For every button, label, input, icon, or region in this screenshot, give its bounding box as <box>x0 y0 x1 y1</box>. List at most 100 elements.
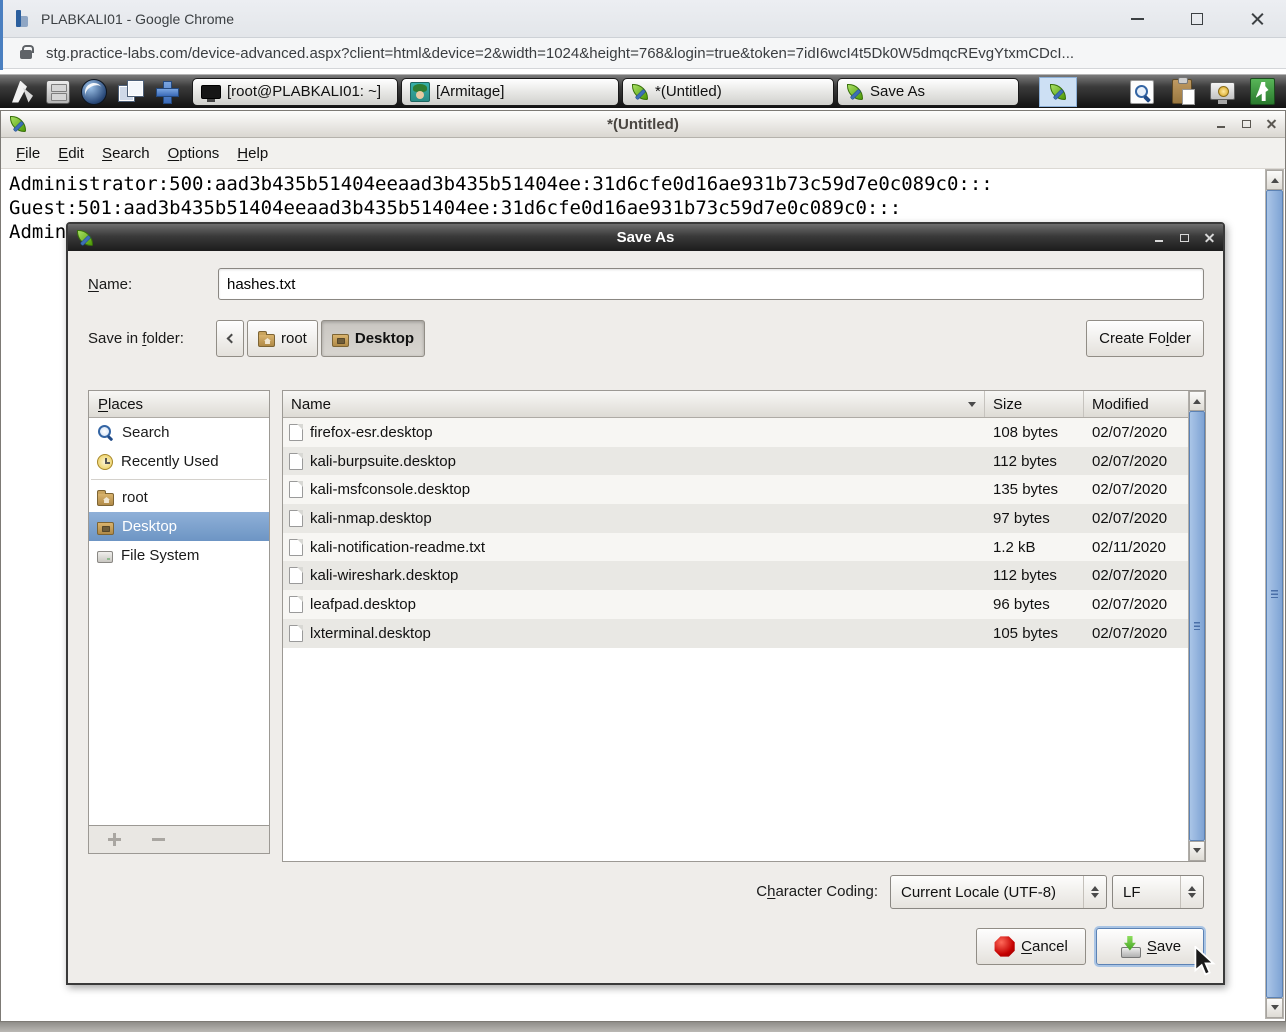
address-bar[interactable]: stg.practice-labs.com/device-advanced.as… <box>0 38 1286 69</box>
close-icon <box>1205 233 1214 242</box>
taskbar-window-button[interactable]: [root@PLABKALI01: ~] <box>192 78 398 106</box>
file-row[interactable]: kali-wireshark.desktop 112 bytes 02/07/2… <box>283 561 1188 590</box>
cancel-stop-icon <box>994 936 1015 957</box>
leafpad-close-button[interactable] <box>1265 118 1277 130</box>
tray-icon[interactable] <box>1163 77 1201 107</box>
folder-icon <box>332 334 349 347</box>
path-back-button[interactable] <box>216 320 244 357</box>
path-button-desktop[interactable]: Desktop <box>321 320 425 357</box>
sidebar-item-recently-used[interactable]: Recently Used <box>89 447 269 476</box>
browser-close-button[interactable] <box>1250 12 1264 26</box>
file-row[interactable]: kali-msfconsole.desktop 135 bytes 02/07/… <box>283 475 1188 504</box>
remove-place-button[interactable] <box>143 829 173 851</box>
save-label: Save <box>1147 938 1181 955</box>
scrollbar-thumb[interactable] <box>1189 411 1205 841</box>
dialog-close-button[interactable] <box>1203 232 1215 244</box>
sidebar-item-search[interactable]: Search <box>89 418 269 447</box>
file-row[interactable]: kali-nmap.desktop 97 bytes 02/07/2020 <box>283 504 1188 533</box>
file-row[interactable]: kali-notification-readme.txt 1.2 kB 02/1… <box>283 533 1188 562</box>
minimize-icon <box>1217 126 1225 128</box>
browser-maximize-button[interactable] <box>1190 12 1204 26</box>
menu-help[interactable]: Help <box>228 141 277 166</box>
thumb-grip <box>1271 590 1278 598</box>
scroll-down-button[interactable] <box>1266 998 1283 1018</box>
drive-icon <box>97 551 113 563</box>
launcher-web-browser-icon[interactable] <box>76 77 112 107</box>
places-header[interactable]: Places <box>89 391 269 418</box>
file-row[interactable]: leafpad.desktop 96 bytes 02/07/2020 <box>283 590 1188 619</box>
taskbar-window-button[interactable]: [Armitage] <box>401 78 619 106</box>
scroll-up-button[interactable] <box>1266 170 1283 190</box>
browser-titlebar: PLABKALI01 - Google Chrome <box>0 0 1286 38</box>
chevron-left-icon <box>227 334 237 344</box>
column-header-modified[interactable]: Modified <box>1084 391 1188 417</box>
leafpad-maximize-button[interactable] <box>1240 118 1252 130</box>
filename-input[interactable] <box>218 268 1204 300</box>
column-header-name[interactable]: Name <box>283 391 985 417</box>
maximize-icon <box>1180 234 1189 242</box>
file-row[interactable]: kali-burpsuite.desktop 112 bytes 02/07/2… <box>283 447 1188 476</box>
line-ending-select[interactable]: LF <box>1112 875 1204 909</box>
browser-minimize-button[interactable] <box>1130 12 1144 26</box>
sidebar-item-desktop[interactable]: Desktop <box>89 512 269 541</box>
save-download-icon <box>1119 936 1141 958</box>
url-text[interactable]: stg.practice-labs.com/device-advanced.as… <box>46 45 1074 62</box>
tray-icon[interactable] <box>1243 77 1281 107</box>
site-favicon <box>14 10 31 27</box>
file-list-scrollbar[interactable] <box>1188 391 1205 861</box>
editor-scrollbar[interactable] <box>1265 169 1284 1019</box>
search-icon <box>97 424 114 441</box>
scroll-up-button[interactable] <box>1189 391 1205 411</box>
lock-icon[interactable] <box>20 50 32 59</box>
tray-icon[interactable] <box>1123 77 1161 107</box>
taskbar-window-button[interactable]: *(Untitled) <box>622 78 834 106</box>
sidebar-item-file-system[interactable]: File System <box>89 541 269 570</box>
menu-search[interactable]: Search <box>93 141 159 166</box>
thumb-grip <box>1194 622 1200 630</box>
file-icon <box>289 625 303 642</box>
leafpad-menubar: FileEditSearchOptionsHelp <box>1 138 1285 169</box>
scroll-down-button[interactable] <box>1189 841 1205 861</box>
launcher-kali-logo-icon[interactable] <box>4 77 40 107</box>
taskbar-window-button[interactable]: Save As <box>837 78 1019 106</box>
launcher-file-manager-icon[interactable] <box>40 77 76 107</box>
text-line: Guest:501:aad3b435b51404eeaad3b435b51404… <box>2 196 1264 220</box>
leafpad-minimize-button[interactable] <box>1215 118 1227 130</box>
folder-icon <box>97 493 114 506</box>
create-folder-button[interactable]: Create Folder <box>1086 320 1204 357</box>
menu-edit[interactable]: Edit <box>49 141 93 166</box>
window-edge <box>0 0 3 70</box>
dialog-minimize-button[interactable] <box>1153 232 1165 244</box>
places-separator <box>91 479 267 480</box>
file-row[interactable]: firefox-esr.desktop 108 bytes 02/07/2020 <box>283 418 1188 447</box>
leafpad-icon <box>1049 83 1067 101</box>
places-toolbar <box>88 826 270 854</box>
launcher-add-workspace-icon[interactable] <box>148 77 184 107</box>
path-button-root[interactable]: root <box>247 320 318 357</box>
dialog-title: Save As <box>68 229 1223 246</box>
sidebar-item-root[interactable]: root <box>89 483 269 512</box>
minus-icon <box>152 838 165 841</box>
column-header-size[interactable]: Size <box>985 391 1084 417</box>
encoding-value: Current Locale (UTF-8) <box>891 884 1077 901</box>
add-workspace-icon <box>154 79 179 104</box>
menu-file[interactable]: File <box>7 141 49 166</box>
system-tray <box>1039 77 1286 107</box>
scrollbar-thumb[interactable] <box>1266 190 1283 998</box>
encoding-select[interactable]: Current Locale (UTF-8) <box>890 875 1107 909</box>
file-row[interactable]: lxterminal.desktop 105 bytes 02/07/2020 <box>283 619 1188 648</box>
save-button[interactable]: Save <box>1096 928 1204 965</box>
tray-icon[interactable] <box>1039 77 1077 107</box>
launcher-iconify-windows-icon[interactable] <box>112 77 148 107</box>
save-as-dialog: Save As Name: Save in folder: root Deskt… <box>66 222 1225 985</box>
add-place-button[interactable] <box>99 829 129 851</box>
plus-icon <box>108 833 121 846</box>
places-list: Search Recently Used root Desktop File S… <box>89 418 269 570</box>
close-icon <box>1251 12 1264 25</box>
cancel-button[interactable]: Cancel <box>976 928 1086 965</box>
file-list: Name Size Modified firefox-esr.desktop 1… <box>282 390 1206 862</box>
maximize-icon <box>1242 120 1251 128</box>
menu-options[interactable]: Options <box>159 141 229 166</box>
tray-icon[interactable] <box>1203 77 1241 107</box>
dialog-maximize-button[interactable] <box>1178 232 1190 244</box>
